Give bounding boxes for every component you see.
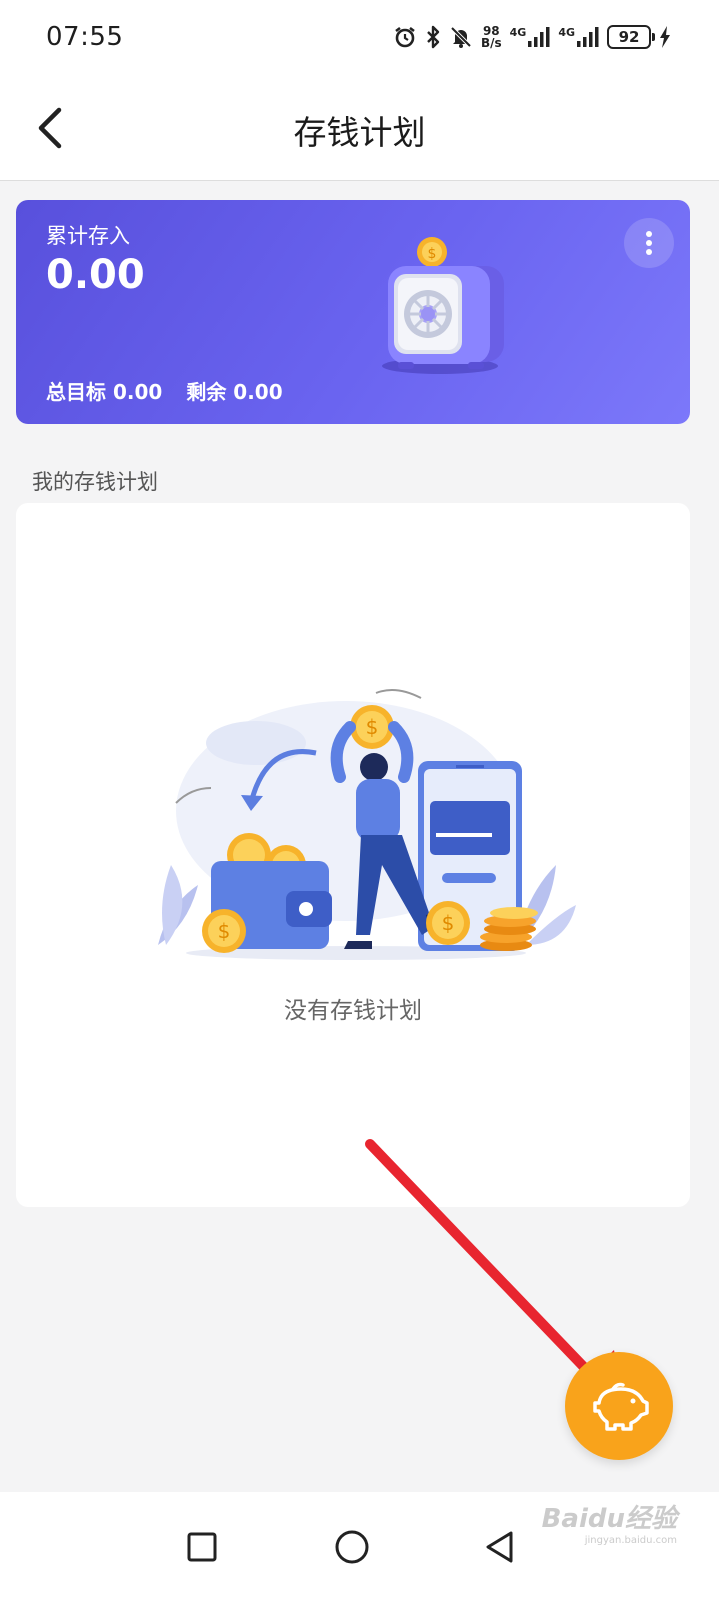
back-triangle-icon xyxy=(486,1531,513,1563)
more-options-button[interactable] xyxy=(624,218,674,268)
empty-state-text: 没有存钱计划 xyxy=(284,998,422,1024)
total-saved-label: 累计存入 xyxy=(46,224,130,248)
status-time: 07:55 xyxy=(46,22,124,52)
summary-footer: 总目标 0.00 剩余 0.00 xyxy=(46,376,283,405)
total-target-label: 总目标 xyxy=(46,380,106,404)
signal-icon: 4G xyxy=(558,27,599,47)
savings-summary-card: 累计存入 0.00 总目标 0.00 剩余 0.00 $ xyxy=(16,200,690,424)
watermark-text: Baidu经验 xyxy=(541,1504,677,1534)
watermark: Baidu经验 jingyan.baidu.com xyxy=(542,1498,677,1546)
signal-2-label: 4G xyxy=(558,26,575,39)
svg-text:$: $ xyxy=(428,246,437,262)
remaining-value: 0.00 xyxy=(233,380,283,404)
section-title: 我的存钱计划 xyxy=(32,470,158,494)
status-bar: 07:55 98 B/s 4G 4G 92 xyxy=(0,0,719,78)
signal-1-label: 4G xyxy=(509,26,527,39)
home-button[interactable] xyxy=(317,1512,387,1582)
svg-text:$: $ xyxy=(442,911,455,935)
piggy-bank-icon xyxy=(593,1382,649,1431)
remaining-label: 剩余 xyxy=(186,380,227,404)
watermark-sub: jingyan.baidu.com xyxy=(584,1535,677,1546)
app-header: 存钱计划 xyxy=(0,78,719,181)
charging-icon xyxy=(659,26,671,48)
more-vertical-icon xyxy=(646,231,652,255)
net-speed: 98 B/s xyxy=(481,25,502,49)
empty-state-illustration: $ $ $ xyxy=(158,688,576,960)
page-title: 存钱计划 xyxy=(293,113,426,152)
status-icons: 98 B/s 4G 4G 92 xyxy=(393,20,671,54)
total-target-value: 0.00 xyxy=(112,380,163,404)
home-icon xyxy=(335,1530,369,1564)
total-target: 总目标 0.00 xyxy=(46,376,162,405)
battery-icon: 92 xyxy=(607,25,655,49)
signal-icon: 4G xyxy=(510,27,551,47)
net-speed-unit: B/s xyxy=(480,36,502,50)
bluetooth-icon xyxy=(425,25,441,49)
alarm-icon xyxy=(393,25,417,49)
svg-text:$: $ xyxy=(218,919,231,943)
safe-illustration: $ xyxy=(382,237,504,374)
system-back-button[interactable] xyxy=(465,1512,535,1582)
svg-text:$: $ xyxy=(366,715,379,739)
mute-bell-icon xyxy=(449,25,473,49)
add-savings-plan-button[interactable] xyxy=(565,1352,673,1460)
recent-apps-icon xyxy=(187,1532,217,1562)
remaining: 剩余 0.00 xyxy=(186,376,282,405)
total-saved-amount: 0.00 xyxy=(46,252,145,298)
savings-plans-list: $ $ $ 没有存钱计划 xyxy=(16,503,690,1207)
recent-apps-button[interactable] xyxy=(167,1512,237,1582)
